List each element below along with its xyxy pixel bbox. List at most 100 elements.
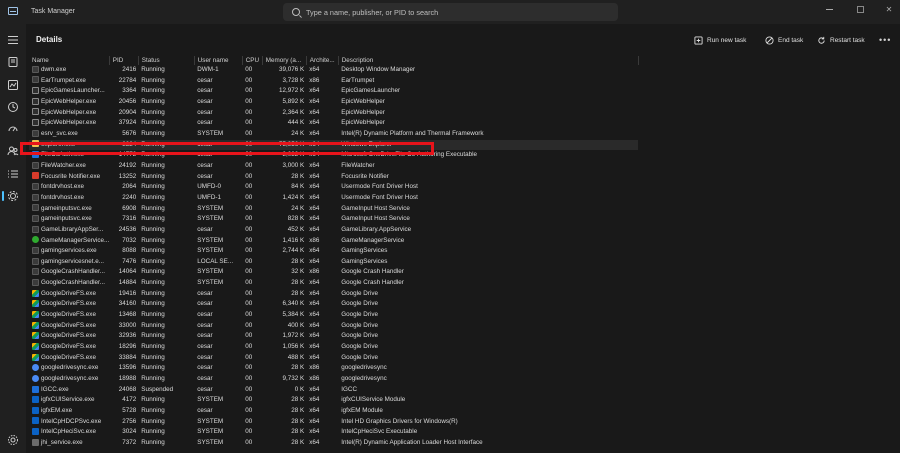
table-row[interactable]: fontdrvhost.exe 2064 Running UMFD-0 00 84 K x6… — [29, 182, 638, 193]
cell-memory: 28 K — [291, 289, 305, 297]
table-row[interactable]: FileWatcher.exe 24192 Running cesar 00 3,000 … — [29, 161, 638, 172]
cell-arch: x64 — [309, 183, 320, 191]
process-name: EpicWebHelper.exe — [41, 119, 97, 127]
search-input[interactable] — [306, 6, 606, 18]
end-task-button[interactable]: End task — [765, 34, 803, 46]
table-row[interactable]: IntelCpHeciSvc.exe 3024 Running SYSTEM 00 28 … — [29, 427, 638, 438]
cell-memory: 2,364 K — [282, 108, 305, 116]
run-new-task-button[interactable]: Run new task — [694, 34, 746, 46]
nav-users[interactable] — [7, 145, 19, 157]
table-row[interactable]: EarTrumpet.exe 22784 Running cesar 00 3,728 K… — [29, 76, 638, 87]
process-name: GoogleDriveFS.exe — [41, 321, 96, 329]
window-app-icon — [32, 161, 39, 169]
column-header-name[interactable]: Name — [29, 56, 110, 65]
nav-settings[interactable] — [7, 434, 19, 446]
table-row[interactable]: IGCC.exe 24068 Suspended cesar 00 0 K x64 IGCC — [29, 385, 638, 396]
table-row[interactable]: GoogleDriveFS.exe 18296 Running cesar 00 1,05… — [29, 342, 638, 353]
cell-name: esrv_svc.exe — [29, 129, 109, 140]
cell-desc: Usermode Font Driver Host — [341, 183, 418, 191]
cell-pid: 32936 — [118, 332, 137, 340]
table-row[interactable]: dwm.exe 2416 Running DWM-1 00 39,076 K x64 Desk… — [29, 65, 638, 76]
cell-status: Running — [141, 332, 165, 340]
table-row[interactable]: igfxEM.exe 5728 Running cesar 00 28 K x64 igfxE… — [29, 406, 638, 417]
table-row[interactable]: fontdrvhost.exe 2240 Running UMFD-1 00 1,424 … — [29, 193, 638, 204]
table-row[interactable]: GoogleDriveFS.exe 32936 Running cesar 00 1,97… — [29, 331, 638, 342]
maximize-button[interactable] — [853, 4, 867, 16]
column-header-pid[interactable]: PID — [109, 56, 139, 65]
cell-pid: 8088 — [122, 247, 137, 255]
table-row[interactable]: igfxCUIService.exe 4172 Running SYSTEM 00 28 … — [29, 395, 638, 406]
nav-processes[interactable] — [7, 56, 19, 68]
table-row[interactable]: EpicWebHelper.exe 37924 Running cesar 00 444 … — [29, 118, 638, 129]
cell-memory: 28 K — [291, 417, 305, 425]
table-row[interactable]: googledrivesync.exe 13596 Running cesar 00 28… — [29, 363, 638, 374]
column-header-status[interactable]: Status — [138, 56, 195, 65]
process-name: GoogleCrashHandler... — [41, 279, 106, 287]
table-row[interactable]: GoogleDriveFS.exe 19416 Running cesar 00 28 K… — [29, 289, 638, 300]
cell-status: Running — [141, 268, 165, 276]
cell-pid: 13596 — [118, 364, 137, 372]
table-row[interactable]: GameLibraryAppSer... 24536 Running cesar 00 4… — [29, 225, 638, 236]
nav-startup-apps[interactable] — [7, 123, 19, 135]
cell-name: dwm.exe — [29, 65, 109, 76]
column-header-user[interactable]: User name — [194, 56, 243, 65]
table-row[interactable]: jhi_service.exe 7372 Running SYSTEM 00 28 K x6… — [29, 438, 638, 449]
cell-cpu: 00 — [245, 321, 253, 329]
cell-arch: x64 — [309, 407, 320, 414]
table-row[interactable]: gamingservices.exe 8088 Running SYSTEM 00 2,7… — [29, 246, 638, 257]
table-row[interactable]: GoogleDriveFS.exe 13468 Running cesar 00 5,38… — [29, 310, 638, 321]
minimize-button[interactable] — [822, 4, 836, 16]
process-name: GoogleCrashHandler... — [41, 268, 106, 276]
table-row[interactable]: gameinputsvc.exe 7316 Running SYSTEM 00 828 K… — [29, 214, 638, 225]
table-row[interactable]: EpicWebHelper.exe 20904 Running cesar 00 2,36… — [29, 108, 638, 119]
table-row[interactable]: explorer.exe 8324 Running cesar 00 75,956 Kx6… — [29, 139, 639, 151]
nav-services[interactable] — [7, 190, 19, 202]
hamburger-button[interactable] — [7, 34, 19, 46]
table-row[interactable]: FileCoAuth.exe 14772 Running cesar 00 2,032 K… — [29, 150, 638, 161]
cell-desc: GameLibrary.AppService — [341, 225, 412, 233]
column-header-memory[interactable]: Memory (a... — [262, 56, 307, 65]
more-options-button[interactable]: ••• — [879, 35, 891, 45]
table-header: NamePIDStatusUser nameCPUMemory (a...Arc… — [29, 56, 639, 65]
table-row[interactable]: GoogleDriveFS.exe 33884 Running cesar 00 488 … — [29, 353, 638, 364]
intel-app-icon — [32, 396, 39, 404]
cell-pid: 24192 — [118, 161, 137, 169]
table-row[interactable]: GameManagerService... 7032 Running SYSTEM 00… — [29, 236, 638, 247]
blue-app-icon — [32, 385, 39, 393]
table-row[interactable]: GoogleCrashHandler... 14064 Running SYSTEM 0… — [29, 267, 638, 278]
process-name: GameManagerService... — [41, 236, 110, 244]
restart-task-button[interactable]: Restart task — [817, 34, 865, 46]
table-row[interactable]: EpicWebHelper.exe 20456 Running cesar 00 5,89… — [29, 97, 638, 108]
process-name: fontdrvhost.exe — [41, 193, 85, 201]
table-row[interactable]: GoogleCrashHandler... 14884 Running SYSTEM 0… — [29, 278, 638, 289]
cell-pid: 6908 — [122, 204, 137, 212]
table-row[interactable]: gameinputsvc.exe 6908 Running SYSTEM 00 24 K x… — [29, 204, 638, 215]
details-icon — [8, 170, 18, 178]
column-header-arch[interactable]: Archite... — [306, 56, 339, 65]
cell-cpu: 00 — [245, 279, 253, 287]
nav-performance[interactable] — [7, 79, 19, 91]
table-row[interactable]: GoogleDriveFS.exe 34160 Running cesar 00 6,34… — [29, 299, 638, 310]
table-row[interactable]: esrv_svc.exe 5676 Running SYSTEM 00 24 K x64 In… — [29, 129, 638, 140]
cell-desc: Intel(R) Dynamic Platform and Thermal Fr… — [341, 129, 484, 137]
nav-app-history[interactable] — [7, 101, 19, 113]
nav-details[interactable] — [7, 168, 19, 180]
table-row[interactable]: GoogleDriveFS.exe 33000 Running cesar 00 400 … — [29, 321, 638, 332]
table-row[interactable]: gamingservicesnet.e... 7476 Running LOCAL S… — [29, 257, 638, 268]
table-row[interactable]: Focusrite Notifier.exe 13252 Running cesar 0… — [29, 172, 638, 183]
column-header-desc[interactable]: Description — [338, 56, 639, 65]
close-button[interactable]: ✕ — [882, 4, 896, 16]
search-box[interactable] — [283, 3, 618, 21]
table-row[interactable]: EpicGamesLauncher... 3364 Running cesar 00 12… — [29, 86, 638, 97]
cell-cpu: 00 — [245, 300, 253, 308]
table-row[interactable]: IntelCpHDCPSvc.exe 2756 Running SYSTEM 00 28 … — [29, 417, 638, 428]
cell-desc: Intel(R) Dynamic Application Loader Host… — [341, 438, 483, 446]
cell-arch: x64 — [309, 247, 320, 255]
cell-memory: 84 K — [291, 183, 305, 191]
cell-desc: FileWatcher — [341, 161, 375, 169]
cell-status: Running — [141, 343, 165, 351]
column-header-cpu[interactable]: CPU — [242, 56, 263, 65]
cell-memory: 28 K — [291, 407, 305, 414]
table-row[interactable]: googledrivesync.exe 18988 Running cesar 00 9,… — [29, 374, 638, 385]
cell-status: Running — [141, 321, 165, 329]
